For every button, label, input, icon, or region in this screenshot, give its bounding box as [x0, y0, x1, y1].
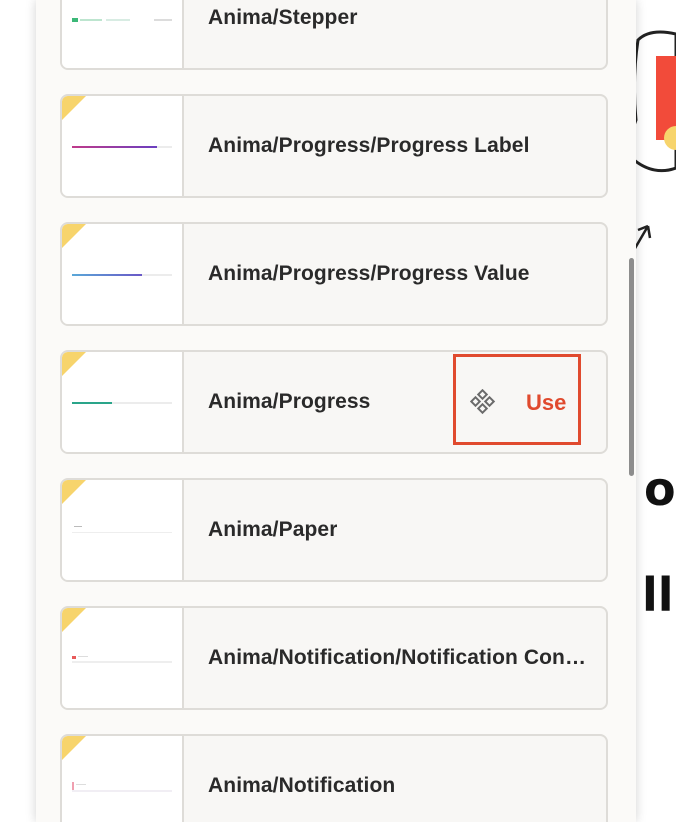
component-icon[interactable] — [470, 389, 496, 415]
component-name: Anima/Stepper — [208, 6, 358, 29]
component-name: Anima/Progress — [208, 390, 371, 413]
component-card-notification-content[interactable]: Anima/Notification/Notification Content — [60, 606, 608, 710]
progress-fill — [72, 274, 142, 276]
component-card-stepper[interactable]: Anima/Stepper — [60, 0, 608, 70]
progress-fill — [72, 402, 112, 404]
component-name: Anima/Progress/Progress Label — [208, 134, 530, 157]
background-text-1: o — [644, 462, 676, 516]
component-name: Anima/Notification — [208, 774, 396, 797]
progress-track — [72, 402, 172, 404]
component-name: Anima/Paper — [208, 518, 338, 541]
progress-fill — [72, 146, 157, 148]
new-corner-badge — [62, 736, 86, 760]
progress-track — [72, 274, 172, 276]
component-card-paper[interactable]: Anima/Paper — [60, 478, 608, 582]
component-name: Anima/Progress/Progress Value — [208, 262, 530, 285]
component-card-progress-label[interactable]: Anima/Progress/Progress Label — [60, 94, 608, 198]
component-name: Anima/Notification/Notification Content — [208, 646, 586, 669]
new-corner-badge — [62, 480, 86, 504]
new-corner-badge — [62, 96, 86, 120]
background-text-2: ll — [642, 568, 674, 622]
progress-track — [72, 146, 172, 148]
use-button[interactable]: Use — [526, 390, 566, 416]
component-thumbnail — [62, 0, 184, 68]
new-corner-badge — [62, 224, 86, 248]
background-illustration — [630, 30, 676, 251]
new-corner-badge — [62, 608, 86, 632]
new-corner-badge — [62, 352, 86, 376]
background-artwork: o ll — [630, 0, 676, 822]
component-card-notification[interactable]: Anima/Notification — [60, 734, 608, 822]
scrollbar-thumb[interactable] — [629, 258, 634, 476]
component-card-progress-value[interactable]: Anima/Progress/Progress Value — [60, 222, 608, 326]
